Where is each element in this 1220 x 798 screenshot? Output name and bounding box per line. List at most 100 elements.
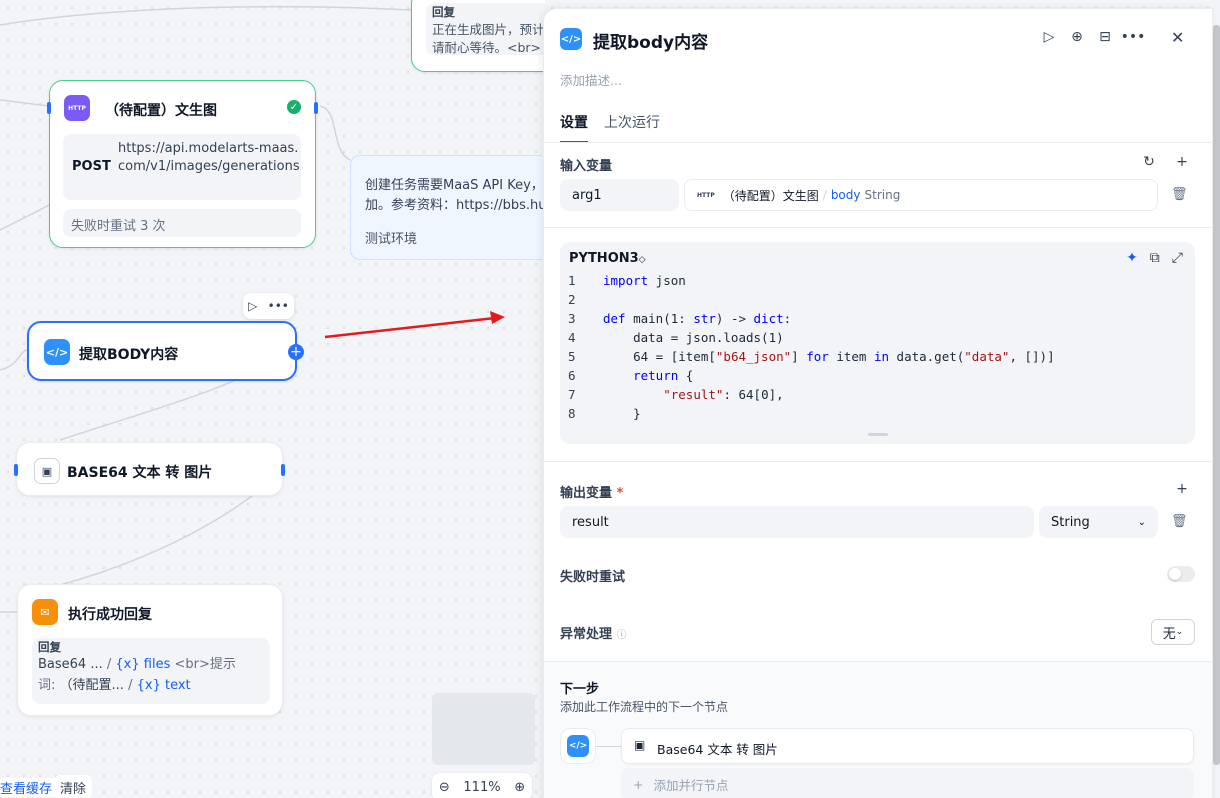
tab-last-run[interactable]: 上次运行 [604, 112, 660, 143]
input-handle[interactable] [14, 464, 18, 476]
panel-tabs: 设置 上次运行 [560, 112, 660, 143]
success-reply-node[interactable]: ✉ 执行成功回复 回复 Base64 ... / {x} files <br>提… [17, 584, 283, 716]
input-var-source[interactable]: HTTP （待配置）文生图 / body String [684, 179, 1158, 211]
next-step-title: 下一步 [560, 682, 600, 697]
copy-icon[interactable]: ⧉ [1150, 250, 1160, 266]
http-node-title: （待配置）文生图 [105, 103, 217, 119]
next-node-item[interactable]: ▣ Base64 文本 转 图片 [621, 728, 1194, 764]
reply-label: 回复 [38, 640, 61, 654]
source-type: String [864, 188, 901, 202]
locate-icon[interactable]: ⊕ [1068, 28, 1086, 46]
trash-icon[interactable]: 🗑 [1171, 187, 1188, 202]
output-handle[interactable] [281, 464, 285, 476]
run-node-icon[interactable]: ▷ [248, 299, 257, 313]
note-env: 测试环境 [365, 232, 418, 247]
resize-handle[interactable] [868, 433, 888, 436]
workflow-canvas[interactable]: 回复 正在生成图片，预计 请耐心等待。<br> HTTP （待配置）文生图 ✓ … [0, 0, 545, 798]
output-var-name[interactable]: result [560, 506, 1034, 538]
code-line: 6 return { [568, 366, 1055, 385]
code-line: 8 } [568, 404, 1055, 423]
red-arrow-head [490, 311, 505, 324]
zoom-out-icon[interactable]: ⊖ [439, 780, 450, 795]
output-variables-label: 输出变量 * [560, 482, 623, 501]
zoom-in-icon[interactable]: ⊕ [514, 780, 525, 795]
code-icon: </> [44, 339, 70, 365]
tab-divider [544, 142, 1212, 143]
run-icon[interactable]: ▷ [1040, 28, 1058, 46]
code-lines: 1 import json 2 3 def main(1: str) -> dict: 4… [568, 271, 1055, 423]
add-parallel-label: 添加并行节点 [653, 777, 729, 793]
line-number: 4 [568, 330, 576, 345]
trash-icon[interactable]: 🗑 [1171, 514, 1188, 529]
var-field-files: {x} files [115, 657, 171, 672]
refresh-icon[interactable]: ↻ [1140, 153, 1158, 171]
http-url: https://api.modelarts-maas.com/v1/images… [118, 141, 300, 174]
success-check-icon: ✓ [287, 100, 301, 114]
reply-text-line2: 请耐心等待。<br> [432, 40, 542, 55]
line-number: 5 [568, 349, 576, 364]
note-line-1: 创建任务需要MaaS API Key， [365, 178, 544, 193]
tab-settings[interactable]: 设置 [560, 112, 588, 143]
code-line: 7 "result": 64[0], [568, 385, 1055, 404]
line-number: 6 [568, 368, 576, 383]
base64-node[interactable]: ▣ BASE64 文本 转 图片 [14, 442, 285, 496]
retry-toggle[interactable] [1167, 566, 1195, 582]
add-icon[interactable]: + [1173, 153, 1191, 171]
expand-icon[interactable]: ⤢ [1172, 250, 1183, 266]
line-number: 1 [568, 273, 576, 288]
error-value: 无 [1162, 626, 1176, 642]
var-chip-base64: Base64 ... [38, 657, 103, 672]
code-editor[interactable]: PYTHON3◇ ✦ ⧉ ⤢ 1 import json 2 3 def main(1:… [560, 242, 1195, 444]
retry-label: 失败时重试 [560, 570, 626, 585]
book-icon[interactable]: ⊟ [1096, 28, 1114, 46]
close-icon[interactable]: ✕ [1171, 28, 1184, 47]
add-parallel-node-button[interactable]: + 添加并行节点 [621, 768, 1194, 798]
success-node-title: 执行成功回复 [68, 607, 152, 623]
output-handle[interactable] [314, 102, 318, 114]
code-text: } [603, 406, 641, 421]
base64-node-title: BASE64 文本 转 图片 [67, 465, 213, 481]
reply-text-1: <br>提示 [174, 657, 236, 672]
next-step-section: 下一步 添加此工作流程中的下一个节点 </> ▣ Base64 文本 转 图片 … [544, 661, 1212, 798]
error-handling-select[interactable]: 无 ⌄ [1151, 619, 1195, 645]
reply-node-top[interactable]: 回复 正在生成图片，预计 请耐心等待。<br> [411, 0, 545, 72]
updown-icon: ◇ [638, 255, 646, 265]
panel-title[interactable]: 提取body内容 [593, 28, 708, 53]
note-card[interactable]: 创建任务需要MaaS API Key， 加。参考资料：https://bbs.h… [350, 155, 545, 260]
code-text: data = json.loads(1) [603, 330, 784, 345]
source-field: body [830, 188, 861, 202]
output-type-select[interactable]: String ⌄ [1039, 506, 1158, 538]
ai-sparkle-icon[interactable]: ✦ [1126, 250, 1138, 266]
description-input[interactable]: 添加描述... [560, 70, 622, 89]
error-label-text: 异常处理 [560, 627, 613, 642]
var-separator: / [128, 678, 133, 693]
view-cache-link[interactable]: 查看缓存 [0, 778, 59, 797]
add-next-node-button[interactable]: + [288, 344, 304, 360]
error-handling-label: 异常处理 ⓘ [560, 623, 627, 642]
more-icon[interactable]: ••• [1121, 28, 1146, 46]
language-select[interactable]: PYTHON3◇ [569, 251, 646, 266]
add-icon[interactable]: + [1173, 480, 1191, 498]
next-step-subtitle: 添加此工作流程中的下一个节点 [560, 700, 729, 714]
code-text: 64 = [item["b64_json"] for item in data.… [603, 349, 1055, 364]
input-var-name[interactable]: arg1 [560, 179, 679, 211]
code-line: 3 def main(1: str) -> dict: [568, 309, 1055, 328]
source-node-name: （待配置）文生图 [722, 188, 819, 203]
http-request-node[interactable]: HTTP （待配置）文生图 ✓ POST https://api.modelar… [47, 80, 318, 248]
code-node-selected[interactable]: </> 提取BODY内容 + [27, 321, 304, 381]
input-handle[interactable] [47, 102, 51, 114]
retry-info: 失败时重试 3 次 [63, 209, 301, 237]
image-tool-icon: ▣ [634, 738, 646, 752]
line-number: 3 [568, 311, 576, 326]
minimap[interactable] [432, 693, 535, 765]
code-node-title: 提取BODY内容 [79, 347, 179, 363]
help-icon[interactable]: ⓘ [617, 630, 627, 641]
language-label: PYTHON3 [569, 251, 639, 266]
line-number: 7 [568, 387, 576, 402]
clear-button[interactable]: 清除 [54, 775, 93, 798]
image-tool-icon: ▣ [34, 458, 60, 484]
scrollbar[interactable] [1213, 25, 1220, 765]
more-icon[interactable]: ••• [268, 299, 289, 313]
plus-icon: + [633, 776, 644, 792]
connector-line [596, 746, 621, 747]
